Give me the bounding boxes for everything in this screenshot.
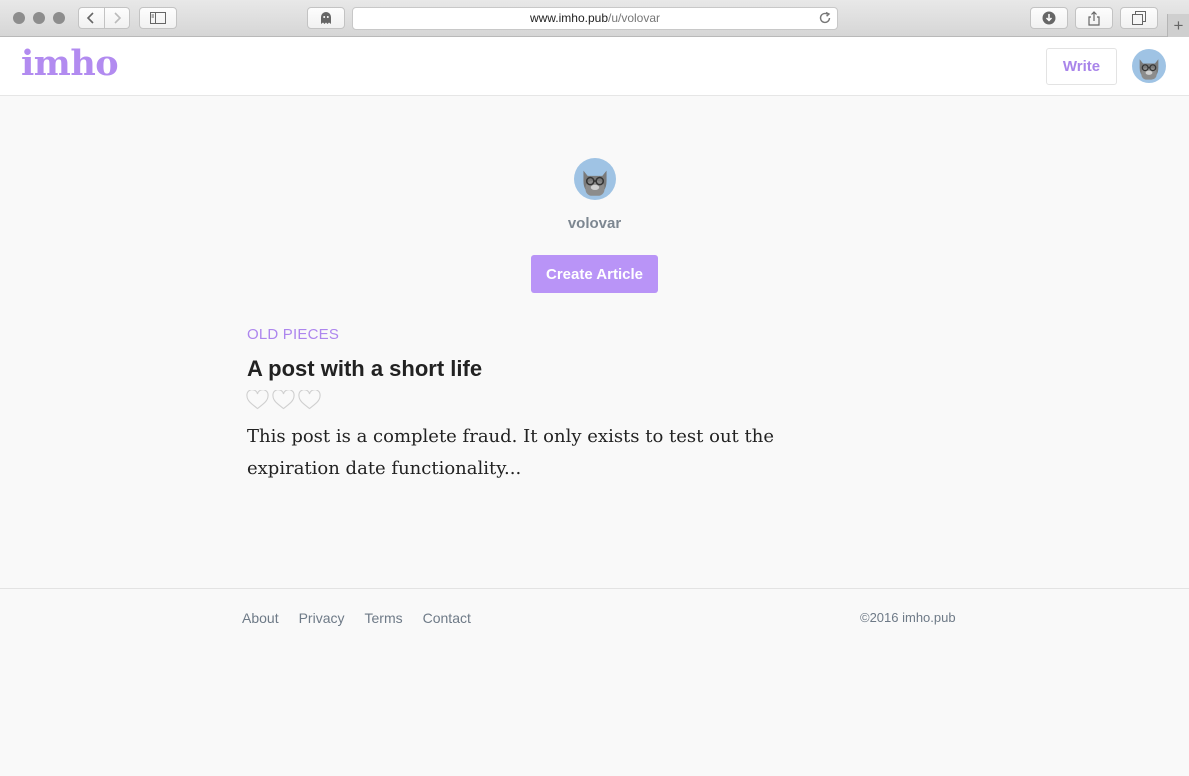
profile-username: volovar [567,215,622,232]
back-button[interactable] [79,8,104,28]
footer-link-terms[interactable]: Terms [365,610,403,626]
privacy-extension-button[interactable] [307,7,345,29]
sidebar-icon [150,12,166,24]
footer-link-about[interactable]: About [242,610,279,626]
forward-icon [114,12,121,24]
footer-link-privacy[interactable]: Privacy [299,610,345,626]
zoom-window-button[interactable] [53,12,65,24]
new-tab-button[interactable]: + [1167,14,1189,37]
footer-link-contact[interactable]: Contact [423,610,471,626]
heart-icon[interactable] [246,390,269,410]
close-window-button[interactable] [13,12,25,24]
downloads-button[interactable] [1030,7,1068,29]
url-path: /u/volovar [608,11,661,25]
site-header: imho Write [0,37,1189,96]
write-button[interactable]: Write [1046,48,1117,85]
sidebar-button[interactable] [139,7,177,29]
browser-toolbar: www.imho.pub/u/volovar + [0,0,1189,37]
url-host: www.imho.pub [529,11,608,25]
site-logo[interactable]: imho [21,43,119,84]
user-avatar-menu[interactable] [1132,49,1166,83]
reload-icon[interactable] [818,11,832,25]
download-icon [1042,11,1056,25]
ghost-icon [321,12,331,24]
article-excerpt[interactable]: This post is a complete fraud. It only e… [247,421,867,485]
minimize-window-button[interactable] [33,12,45,24]
section-label: OLD PIECES [247,326,340,343]
share-icon [1088,10,1100,26]
tab-overview-button[interactable] [1120,7,1158,29]
back-icon [87,12,94,24]
site-footer: About Privacy Terms Contact ©2016 imho.p… [0,588,1189,776]
article-title[interactable]: A post with a short life [247,356,482,382]
tabs-icon [1132,11,1146,25]
share-button[interactable] [1075,7,1113,29]
footer-links: About Privacy Terms Contact [242,610,471,626]
heart-icon[interactable] [298,390,321,410]
history-nav [78,7,130,29]
profile-avatar [574,158,616,200]
heart-icon[interactable] [272,390,295,410]
create-article-button[interactable]: Create Article [531,255,658,293]
article-rating [246,390,321,410]
forward-button[interactable] [103,8,130,28]
address-bar[interactable]: www.imho.pub/u/volovar [352,7,838,30]
copyright-text: ©2016 imho.pub [860,610,956,625]
